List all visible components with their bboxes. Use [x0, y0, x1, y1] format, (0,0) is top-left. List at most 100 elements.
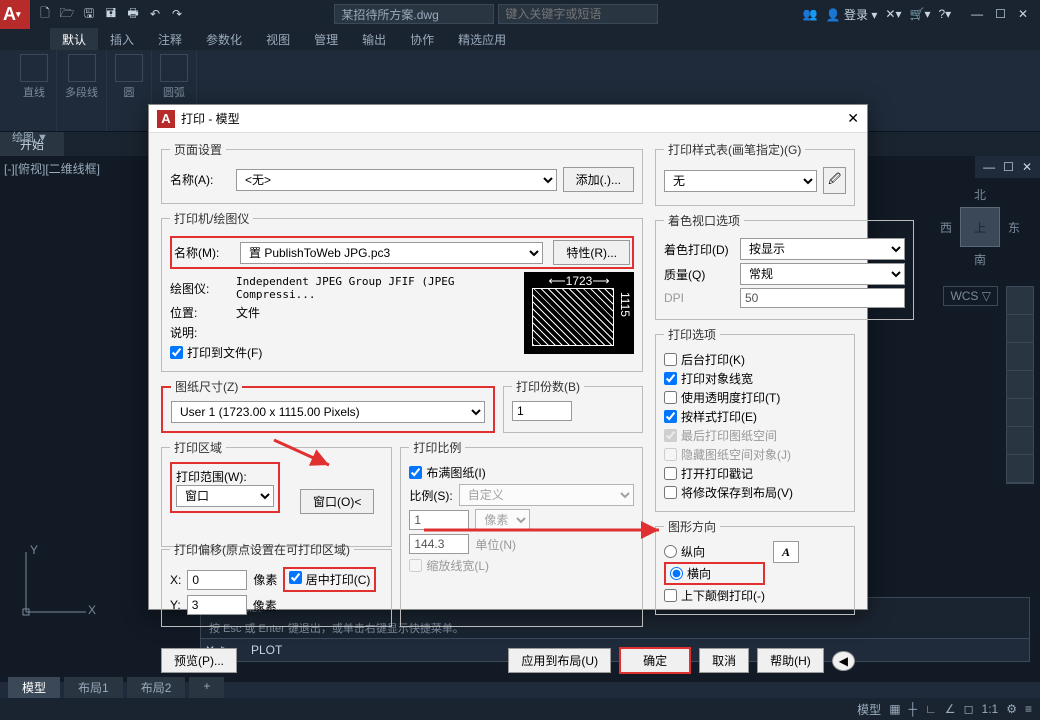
page-setup-select[interactable]: <无>: [236, 169, 557, 191]
cart-icon[interactable]: 🛒▾: [910, 7, 931, 21]
viewcube[interactable]: 北 西上东 南: [940, 186, 1020, 266]
apply-button[interactable]: 应用到布局(U): [508, 648, 611, 673]
status-gear-icon[interactable]: ⚙: [1006, 702, 1017, 716]
shade-select[interactable]: 按显示: [740, 238, 905, 260]
exchange-icon[interactable]: ✕▾: [885, 7, 901, 21]
redo-icon[interactable]: ↷: [168, 5, 186, 23]
offset-x-input[interactable]: [187, 570, 247, 590]
close-icon[interactable]: ✕: [1018, 7, 1028, 21]
help-button[interactable]: 帮助(H): [757, 648, 824, 673]
status-ortho-icon[interactable]: ∟: [925, 702, 937, 716]
dialog-logo-icon: A: [157, 110, 175, 128]
saveas-icon[interactable]: 🖬: [102, 5, 120, 23]
plot-to-file-check[interactable]: [170, 346, 183, 359]
dialog-close-icon[interactable]: ✕: [847, 110, 859, 127]
unit1-select: 像素: [475, 509, 530, 531]
status-scale[interactable]: 1:1: [982, 702, 999, 716]
style-edit-icon[interactable]: 🖉: [823, 167, 846, 194]
scale-unit2-input: [409, 534, 469, 554]
maximize-icon[interactable]: ☐: [995, 7, 1006, 21]
opt3-check[interactable]: [664, 391, 677, 404]
tab-collab[interactable]: 协作: [398, 28, 446, 50]
open-icon[interactable]: 🗁: [58, 5, 76, 23]
orientation-group: 图形方向 纵向 横向 上下颠倒打印(-) A: [655, 518, 855, 615]
undo-icon[interactable]: ↶: [146, 5, 164, 23]
tab-add-icon[interactable]: +: [189, 677, 224, 698]
tab-output[interactable]: 输出: [350, 28, 398, 50]
opt4-check[interactable]: [664, 410, 677, 423]
panel-caption[interactable]: 绘图 ▼: [12, 129, 48, 145]
mdi-close-icon[interactable]: ✕: [1022, 160, 1032, 174]
help-icon[interactable]: ?▾: [938, 7, 951, 21]
offset-y-input[interactable]: [187, 595, 247, 615]
tab-layout2[interactable]: 布局2: [127, 677, 186, 698]
tab-insert[interactable]: 插入: [98, 28, 146, 50]
status-menu-icon[interactable]: ≡: [1025, 702, 1032, 716]
navbar[interactable]: [1006, 286, 1034, 484]
printer-select[interactable]: 置 PublishToWeb JPG.pc3: [240, 242, 543, 264]
mdi-max-icon[interactable]: ☐: [1003, 160, 1014, 174]
svg-text:Y: Y: [30, 543, 38, 557]
paper-size-select[interactable]: User 1 (1723.00 x 1115.00 Pixels): [171, 401, 485, 423]
printer-group: 打印机/绘图仪 名称(M): 置 PublishToWeb JPG.pc3 特性…: [161, 210, 643, 372]
cube-top[interactable]: 上: [960, 207, 1000, 247]
tab-default[interactable]: 默认: [50, 28, 98, 50]
status-model[interactable]: 模型: [857, 701, 881, 718]
wcs-label[interactable]: WCS ▽: [943, 286, 998, 306]
line-icon[interactable]: [20, 54, 48, 82]
portrait-radio[interactable]: [664, 545, 677, 558]
quality-select[interactable]: 常规: [740, 263, 905, 285]
opt7-check[interactable]: [664, 467, 677, 480]
opt6-check: [664, 448, 677, 461]
tab-annotate[interactable]: 注释: [146, 28, 194, 50]
opt1-check[interactable]: [664, 353, 677, 366]
minimize-icon[interactable]: ―: [971, 7, 983, 21]
options-group: 打印选项 后台打印(K) 打印对象线宽 使用透明度打印(T) 按样式打印(E) …: [655, 326, 855, 512]
save-icon[interactable]: 🖫: [80, 5, 98, 23]
add-button[interactable]: 添加(.)...: [563, 167, 634, 192]
preview-button[interactable]: 预览(P)...: [161, 648, 237, 673]
tab-model[interactable]: 模型: [8, 677, 60, 698]
opt2-check[interactable]: [664, 372, 677, 385]
copies-input[interactable]: [512, 401, 572, 421]
view-label[interactable]: [-][俯视][二维线框]: [4, 160, 100, 177]
mdi-min-icon[interactable]: ―: [983, 160, 995, 174]
circle-icon[interactable]: [115, 54, 143, 82]
style-select[interactable]: 无: [664, 170, 817, 192]
ucs-icon: Y X: [16, 542, 96, 622]
plot-dialog: A 打印 - 模型 ✕ 页面设置 名称(A): <无> 添加(.)... 打印机…: [148, 104, 868, 610]
tab-layout1[interactable]: 布局1: [64, 677, 123, 698]
page-setup-group: 页面设置 名称(A): <无> 添加(.)...: [161, 141, 643, 204]
properties-button[interactable]: 特性(R)...: [553, 240, 630, 265]
collapse-icon[interactable]: ◀: [832, 651, 855, 671]
dpi-input: [740, 288, 905, 308]
status-grid-icon[interactable]: ▦: [889, 702, 900, 716]
tab-manage[interactable]: 管理: [302, 28, 350, 50]
plot-area-group: 打印区域 打印范围(W): 窗口 窗口(O)<: [161, 439, 392, 547]
status-snap-icon[interactable]: ┼: [909, 702, 918, 716]
scale-group: 打印比例 布满图纸(I) 比例(S):自定义 像素 单位(N) 缩放线宽(L): [400, 439, 643, 627]
polyline-icon[interactable]: [68, 54, 96, 82]
tab-featured[interactable]: 精选应用: [446, 28, 518, 50]
upside-check[interactable]: [664, 589, 677, 602]
plot-what-select[interactable]: 窗口: [176, 485, 274, 507]
opt8-check[interactable]: [664, 486, 677, 499]
share-icon[interactable]: 👥: [803, 7, 818, 21]
new-icon[interactable]: 🗋: [36, 5, 54, 23]
login-button[interactable]: 👤 登录 ▾: [826, 6, 878, 23]
arc-icon[interactable]: [160, 54, 188, 82]
landscape-radio[interactable]: [670, 567, 683, 580]
fit-check[interactable]: [409, 466, 422, 479]
window-button[interactable]: 窗口(O)<: [300, 489, 374, 514]
status-polar-icon[interactable]: ∠: [945, 702, 956, 716]
tab-parametric[interactable]: 参数化: [194, 28, 254, 50]
center-check[interactable]: [289, 571, 302, 584]
ok-button[interactable]: 确定: [619, 647, 691, 674]
app-logo[interactable]: A▾: [0, 0, 30, 29]
search-input[interactable]: [498, 4, 658, 24]
tab-view[interactable]: 视图: [254, 28, 302, 50]
status-osnap-icon[interactable]: ◻: [964, 702, 974, 716]
cancel-button[interactable]: 取消: [699, 648, 749, 673]
copies-group: 打印份数(B): [503, 378, 643, 433]
plot-icon[interactable]: 🖶: [124, 5, 142, 23]
